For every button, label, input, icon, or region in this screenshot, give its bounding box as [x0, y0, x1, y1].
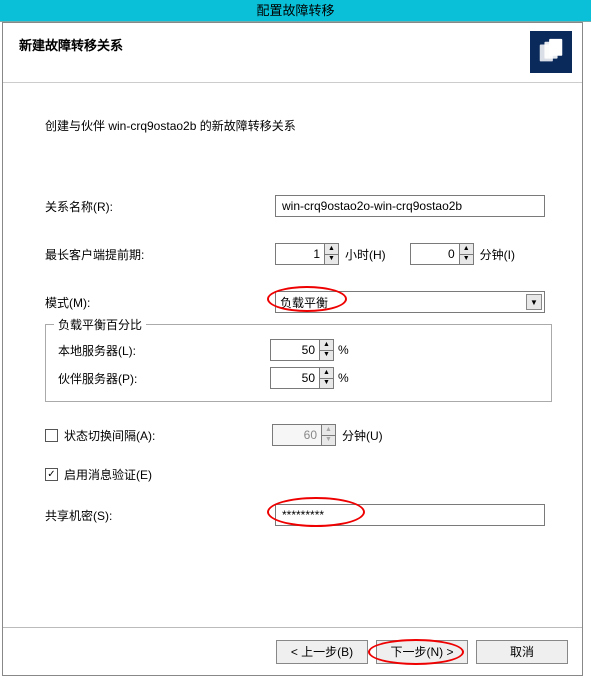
- minutes-spinner[interactable]: ▲ ▼: [410, 243, 474, 265]
- hours-input[interactable]: [276, 244, 324, 264]
- partner-server-label: 伙伴服务器(P):: [58, 370, 270, 387]
- relation-name-label: 关系名称(R):: [45, 198, 275, 215]
- dialog-main: 新建故障转移关系 创建与伙伴 win-crq9ostao2b 的新故障转移关系 …: [2, 22, 583, 676]
- minutes-input[interactable]: [411, 244, 459, 264]
- state-switch-row: 状态切换间隔(A): ▲ ▼ 分钟(U): [45, 424, 552, 446]
- state-switch-input: [273, 425, 321, 445]
- cancel-button[interactable]: 取消: [476, 640, 568, 664]
- local-server-label: 本地服务器(L):: [58, 342, 270, 359]
- local-pct-input[interactable]: [271, 340, 319, 360]
- dialog-content: 创建与伙伴 win-crq9ostao2b 的新故障转移关系 关系名称(R): …: [3, 83, 582, 561]
- partner-server-row: 伙伴服务器(P): ▲ ▼ %: [58, 367, 539, 389]
- relation-name-input[interactable]: [275, 195, 545, 217]
- mode-label: 模式(M):: [45, 294, 275, 311]
- partner-pct-input[interactable]: [271, 368, 319, 388]
- partner-pct-down-icon[interactable]: ▼: [320, 379, 333, 389]
- minutes-down-icon[interactable]: ▼: [460, 255, 473, 265]
- local-pct-spinner[interactable]: ▲ ▼: [270, 339, 334, 361]
- prev-button[interactable]: < 上一步(B): [276, 640, 368, 664]
- hours-spinner[interactable]: ▲ ▼: [275, 243, 339, 265]
- failover-icon: [530, 31, 572, 73]
- max-lead-row: 最长客户端提前期: ▲ ▼ 小时(H) ▲ ▼ 分钟(I): [45, 242, 552, 266]
- mode-value: 负载平衡: [280, 294, 328, 311]
- dialog-subtitle: 新建故障转移关系: [19, 35, 566, 54]
- load-balance-group: 负载平衡百分比 本地服务器(L): ▲ ▼ % 伙伴服务器(P): ▲: [45, 324, 552, 402]
- msg-auth-row: ✓ 启用消息验证(E): [45, 466, 552, 483]
- mode-row: 模式(M): 负载平衡 ▼: [45, 290, 552, 314]
- next-button[interactable]: 下一步(N) >: [376, 640, 468, 664]
- minutes-up-icon[interactable]: ▲: [460, 244, 473, 255]
- local-pct-down-icon[interactable]: ▼: [320, 351, 333, 361]
- percent-label: %: [338, 371, 349, 385]
- msg-auth-checkbox[interactable]: ✓: [45, 468, 58, 481]
- state-switch-unit-label: 分钟(U): [342, 427, 383, 444]
- partner-pct-spinner[interactable]: ▲ ▼: [270, 367, 334, 389]
- minutes-unit-label: 分钟(I): [480, 246, 515, 263]
- max-lead-label: 最长客户端提前期:: [45, 246, 275, 263]
- dialog-header: 新建故障转移关系: [3, 23, 582, 83]
- state-switch-down-icon: ▼: [322, 436, 335, 446]
- state-switch-label: 状态切换间隔(A):: [64, 427, 272, 444]
- partner-pct-up-icon[interactable]: ▲: [320, 368, 333, 379]
- hours-unit-label: 小时(H): [345, 246, 386, 263]
- mode-combobox[interactable]: 负载平衡 ▼: [275, 291, 545, 313]
- dialog-footer: < 上一步(B) 下一步(N) > 取消: [3, 627, 582, 675]
- shared-secret-label: 共享机密(S):: [45, 507, 275, 524]
- shared-secret-row: 共享机密(S):: [45, 503, 552, 527]
- hours-down-icon[interactable]: ▼: [325, 255, 338, 265]
- state-switch-spinner: ▲ ▼: [272, 424, 336, 446]
- intro-text: 创建与伙伴 win-crq9ostao2b 的新故障转移关系: [45, 117, 552, 134]
- percent-label: %: [338, 343, 349, 357]
- relation-name-row: 关系名称(R):: [45, 194, 552, 218]
- hours-up-icon[interactable]: ▲: [325, 244, 338, 255]
- load-balance-legend: 负载平衡百分比: [54, 316, 146, 333]
- local-pct-up-icon[interactable]: ▲: [320, 340, 333, 351]
- shared-secret-input[interactable]: [275, 504, 545, 526]
- window-titlebar: 配置故障转移: [0, 0, 591, 22]
- chevron-down-icon[interactable]: ▼: [526, 294, 542, 310]
- state-switch-up-icon: ▲: [322, 425, 335, 436]
- msg-auth-label: 启用消息验证(E): [64, 466, 152, 483]
- state-switch-checkbox[interactable]: [45, 429, 58, 442]
- local-server-row: 本地服务器(L): ▲ ▼ %: [58, 339, 539, 361]
